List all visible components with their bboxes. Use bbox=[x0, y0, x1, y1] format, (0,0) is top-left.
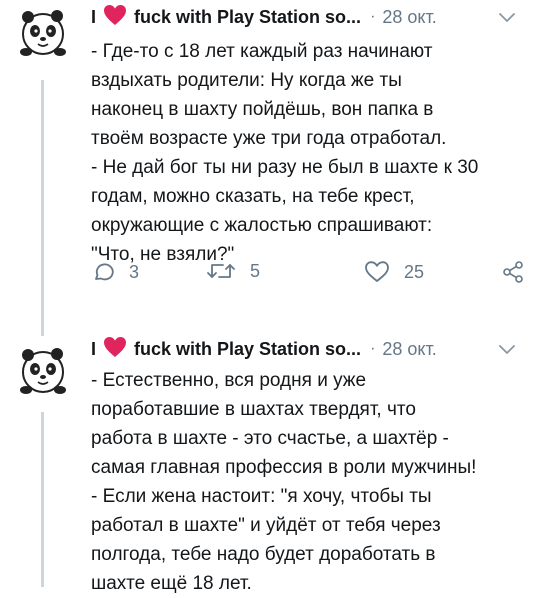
share-icon bbox=[503, 261, 523, 283]
like-icon bbox=[365, 261, 389, 282]
tweet-text-line: годам, можно сказать, на тебе крест, bbox=[91, 186, 415, 207]
tweet-header: I fuck with Play Station so... · 28 окт. bbox=[91, 336, 522, 362]
red-heart-emoji-icon bbox=[103, 4, 127, 31]
like-button[interactable]: 25 bbox=[364, 260, 424, 284]
tweet-actions: 3 5 25 bbox=[91, 260, 531, 290]
retweet-icon bbox=[207, 264, 235, 278]
retweet-button[interactable]: 5 bbox=[206, 260, 260, 282]
tweet-text-line: работа в шахте - это счастье, а шахтёр - bbox=[91, 428, 449, 449]
tweet-text-line: - Не дай бог ты ни разу не был в шахте к… bbox=[91, 157, 479, 178]
retweet-count: 5 bbox=[250, 260, 261, 281]
display-name[interactable]: I fuck with Play Station so... bbox=[91, 336, 361, 363]
reply-button[interactable]: 3 bbox=[91, 260, 139, 284]
panda-avatar-icon[interactable] bbox=[14, 342, 72, 400]
tweet-text-line: самая главная профессия в роли мужчины! bbox=[91, 457, 477, 478]
tweet-text-line: полгода, тебе надо будет доработать в bbox=[91, 544, 436, 565]
thread-line bbox=[41, 412, 44, 587]
header-separator: · bbox=[370, 340, 376, 357]
tweet-text-line: - Естественно, вся родня и уже bbox=[91, 370, 367, 391]
display-name-prefix: I bbox=[91, 338, 97, 359]
tweet-text-line: шахте ещё 18 лет. bbox=[91, 573, 252, 594]
tweet-text-line: - Если жена настоит: "я хочу, чтобы ты bbox=[91, 486, 432, 507]
thread-line bbox=[41, 80, 44, 330]
display-name-suffix: fuck with Play Station so... bbox=[134, 6, 362, 27]
tweet-text: - Где-то с 18 лет каждый раз начинают вз… bbox=[91, 37, 531, 269]
chevron-down-icon[interactable] bbox=[496, 6, 518, 33]
reply-count: 3 bbox=[129, 261, 140, 282]
panda-avatar-icon[interactable] bbox=[14, 4, 72, 62]
tweet-1[interactable]: I fuck with Play Station so... · 28 окт.… bbox=[0, 0, 540, 330]
tweet-2[interactable]: I fuck with Play Station so... · 28 окт.… bbox=[0, 330, 540, 594]
tweet-header: I fuck with Play Station so... · 28 окт. bbox=[91, 4, 522, 30]
thread-line bbox=[41, 330, 44, 336]
header-separator: · bbox=[370, 8, 376, 25]
display-name-suffix: fuck with Play Station so... bbox=[134, 338, 362, 359]
tweet-text-line: поработавшие в шахтах твердят, что bbox=[91, 399, 416, 420]
share-button[interactable] bbox=[501, 260, 539, 284]
tweet-text-line: - Где-то с 18 лет каждый раз начинают bbox=[91, 41, 433, 62]
display-name-prefix: I bbox=[91, 6, 97, 27]
tweet-text-line: работал в шахте" и уйдёт от тебя через bbox=[91, 515, 441, 536]
tweet-text: - Естественно, вся родня и уже поработав… bbox=[91, 366, 531, 598]
tweet-date[interactable]: 28 окт. bbox=[382, 339, 436, 360]
tweet-text-line: твоём возрасте уже три года отработал. bbox=[91, 128, 447, 149]
tweet-date[interactable]: 28 окт. bbox=[382, 7, 436, 28]
tweet-text-line: вздыхать родители: Ну когда же ты bbox=[91, 70, 402, 91]
tweet-text-line: окружающие с жалостью спрашивают: bbox=[91, 215, 433, 236]
red-heart-emoji-icon bbox=[103, 336, 127, 363]
like-count: 25 bbox=[404, 261, 425, 282]
chevron-down-icon[interactable] bbox=[496, 338, 518, 365]
reply-icon bbox=[95, 263, 114, 281]
display-name[interactable]: I fuck with Play Station so... bbox=[91, 4, 361, 31]
tweet-text-line: наконец в шахту пойдёшь, вон папка в bbox=[91, 99, 434, 120]
